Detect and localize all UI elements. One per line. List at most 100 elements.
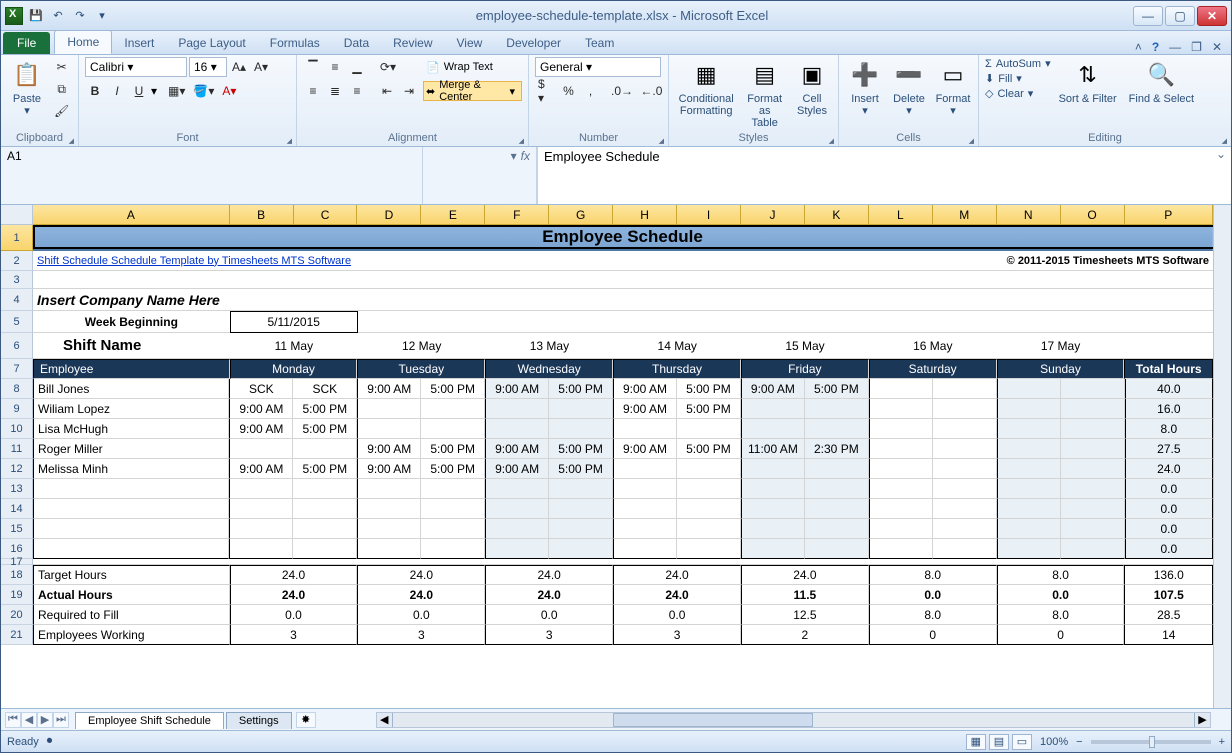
conditional-formatting-button[interactable]: ▦Conditional Formatting [675,57,737,119]
emp-7-c7[interactable] [677,519,741,539]
emp-2-c3[interactable] [421,419,485,439]
emp-4-c3[interactable]: 5:00 PM [421,459,485,479]
date-header-2[interactable]: 13 May [486,333,614,359]
emp-8-c11[interactable] [933,539,997,559]
emp-3-c6[interactable]: 9:00 AM [613,439,677,459]
qat-save-icon[interactable]: 💾 [27,7,45,25]
emp-total-0[interactable]: 40.0 [1125,379,1213,399]
emp-5-c7[interactable] [677,479,741,499]
select-all-corner[interactable] [1,205,33,225]
summary-total-2[interactable]: 28.5 [1124,605,1213,625]
employee-name-0[interactable]: Bill Jones [33,379,229,399]
emp-5-c1[interactable] [293,479,357,499]
emp-7-c6[interactable] [613,519,677,539]
name-box[interactable] [1,147,423,204]
zoom-in-icon[interactable]: + [1219,736,1225,748]
align-bottom-icon[interactable]: ▁ [347,57,367,77]
shift-name-cell[interactable]: Shift Name [33,333,230,359]
comma-format-icon[interactable]: , [581,81,601,101]
emp-0-c5[interactable]: 5:00 PM [549,379,613,399]
qat-redo-icon[interactable]: ↷ [71,7,89,25]
col-header-E[interactable]: E [421,205,485,225]
emp-0-c11[interactable] [933,379,997,399]
col-header-F[interactable]: F [485,205,549,225]
summary-0-d0[interactable]: 24.0 [230,565,358,585]
emp-7-c4[interactable] [485,519,549,539]
horizontal-scrollbar[interactable]: ◀▶ [376,712,1211,728]
align-right-icon[interactable]: ≡ [347,81,367,101]
date-header-1[interactable]: 12 May [358,333,486,359]
maximize-button[interactable]: ▢ [1165,6,1195,26]
emp-total-2[interactable]: 8.0 [1125,419,1213,439]
emp-5-c3[interactable] [421,479,485,499]
percent-format-icon[interactable]: % [559,81,579,101]
emp-4-c13[interactable] [1061,459,1125,479]
emp-2-c6[interactable] [613,419,677,439]
header-total-hours[interactable]: Total Hours [1124,359,1213,379]
row-header-10[interactable]: 10 [1,419,33,439]
emp-4-c1[interactable]: 5:00 PM [293,459,357,479]
tab-data[interactable]: Data [332,32,381,54]
emp-5-c9[interactable] [805,479,869,499]
summary-2-d1[interactable]: 0.0 [357,605,485,625]
accounting-format-icon[interactable]: $ ▾ [535,81,557,101]
emp-1-c11[interactable] [933,399,997,419]
sheet-tab-0[interactable]: Employee Shift Schedule [75,712,224,729]
emp-7-c2[interactable] [357,519,421,539]
emp-2-c12[interactable] [997,419,1061,439]
summary-3-d3[interactable]: 3 [613,625,741,645]
italic-button[interactable]: I [107,81,127,101]
summary-0-d3[interactable]: 24.0 [613,565,741,585]
summary-3-d6[interactable]: 0 [997,625,1125,645]
emp-5-c2[interactable] [357,479,421,499]
summary-0-d2[interactable]: 24.0 [485,565,613,585]
emp-6-c8[interactable] [741,499,805,519]
summary-label-2[interactable]: Required to Fill [33,605,230,625]
emp-total-1[interactable]: 16.0 [1125,399,1213,419]
emp-8-c6[interactable] [613,539,677,559]
zoom-slider[interactable] [1091,740,1211,744]
page-break-view-icon[interactable]: ▭ [1012,734,1032,750]
emp-4-c11[interactable] [933,459,997,479]
summary-2-d5[interactable]: 8.0 [869,605,997,625]
sheet-tab-1[interactable]: Settings [226,712,292,729]
paste-button[interactable]: 📋 Paste ▾ [7,57,47,119]
header-day-6[interactable]: Sunday [997,359,1125,379]
tab-developer[interactable]: Developer [494,32,573,54]
col-header-M[interactable]: M [933,205,997,225]
summary-0-d4[interactable]: 24.0 [741,565,869,585]
align-center-icon[interactable]: ≣ [325,81,345,101]
col-header-P[interactable]: P [1125,205,1213,225]
emp-8-c3[interactable] [421,539,485,559]
col-header-K[interactable]: K [805,205,869,225]
row-header-3[interactable]: 3 [1,271,33,289]
employee-name-8[interactable] [33,539,229,559]
emp-5-c0[interactable] [229,479,293,499]
workbook-minimize-icon[interactable]: — [1166,40,1184,54]
emp-3-c7[interactable]: 5:00 PM [677,439,741,459]
minimize-button[interactable]: — [1133,6,1163,26]
summary-0-d6[interactable]: 8.0 [997,565,1125,585]
emp-1-c5[interactable] [549,399,613,419]
header-day-2[interactable]: Wednesday [485,359,613,379]
emp-1-c12[interactable] [997,399,1061,419]
row-header-11[interactable]: 11 [1,439,33,459]
emp-3-c4[interactable]: 9:00 AM [485,439,549,459]
emp-7-c5[interactable] [549,519,613,539]
font-color-button[interactable]: A▾ [219,81,239,101]
emp-0-c4[interactable]: 9:00 AM [485,379,549,399]
col-header-C[interactable]: C [294,205,358,225]
workbook-close-icon[interactable]: ✕ [1209,40,1225,54]
sort-filter-button[interactable]: ⇅Sort & Filter [1055,57,1121,107]
qat-undo-icon[interactable]: ↶ [49,7,67,25]
format-as-table-button[interactable]: ▤Format as Table [741,57,788,131]
emp-3-c8[interactable]: 11:00 AM [741,439,805,459]
col-header-H[interactable]: H [613,205,677,225]
emp-3-c10[interactable] [869,439,933,459]
bold-button[interactable]: B [85,81,105,101]
emp-5-c10[interactable] [869,479,933,499]
tab-review[interactable]: Review [381,32,444,54]
header-day-0[interactable]: Monday [230,359,358,379]
align-left-icon[interactable]: ≡ [303,81,323,101]
emp-total-5[interactable]: 0.0 [1125,479,1213,499]
